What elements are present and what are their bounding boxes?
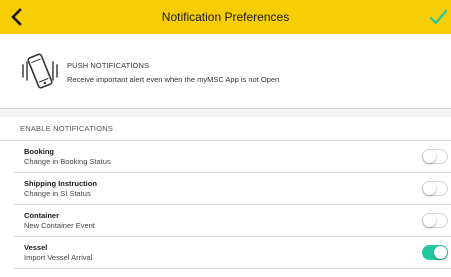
save-button[interactable] [428,7,448,27]
vessel-toggle[interactable] [422,245,448,260]
item-subtitle: New Container Event [24,221,95,230]
toggle-knob [423,150,436,163]
section-divider [0,109,451,117]
section-header: ENABLE NOTIFICATIONS [20,124,114,133]
toggle-knob [434,246,447,259]
list-item-container: Container New Container Event [14,205,451,237]
enable-notifications-section: ENABLE NOTIFICATIONS Booking Change in B… [0,117,451,277]
shipping-instruction-toggle[interactable] [422,181,448,196]
header-bar: Notification Preferences [0,0,451,34]
item-title: Container [24,211,60,220]
container-toggle[interactable] [422,213,448,228]
item-title: Shipping Instruction [24,179,97,188]
item-subtitle: Import Vessel Arrival [24,253,93,262]
phone-vibrate-icon [18,51,62,91]
list-item-vessel: Vessel Import Vessel Arrival [14,237,451,269]
list-item-booking: Booking Change in Booking Status [14,141,451,173]
item-subtitle: Change in Booking Status [24,157,111,166]
booking-toggle[interactable] [422,149,448,164]
toggle-knob [423,182,436,195]
page-title: Notification Preferences [161,10,290,24]
item-subtitle: Change in SI Status [24,189,91,198]
item-title: Vessel [24,243,48,252]
checkmark-icon [429,9,448,25]
item-title: Booking [24,147,54,156]
push-notifications-title: PUSH NOTIFICATIONS [67,61,150,70]
list-item-shipping-instruction: Shipping Instruction Change in SI Status [14,173,451,205]
toggle-knob [423,214,436,227]
push-notifications-panel: PUSH NOTIFICATIONS Receive important ale… [0,34,451,109]
push-notifications-description: Receive important alert even when the my… [67,75,280,84]
